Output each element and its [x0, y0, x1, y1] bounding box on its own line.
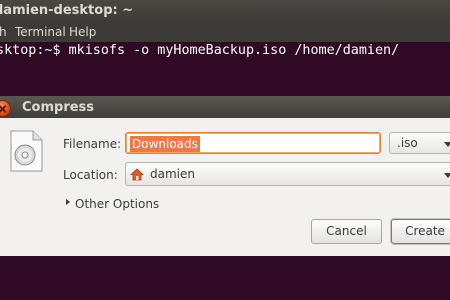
terminal-menubar: h Terminal Help: [0, 22, 450, 42]
home-folder-icon: [130, 168, 144, 181]
terminal-titlebar: damien-desktop: ~: [0, 0, 450, 22]
terminal-title: damien-desktop: ~: [0, 3, 134, 18]
chevron-down-icon: [444, 173, 450, 178]
dialog-title: Compress: [22, 100, 95, 115]
triangle-right-icon[interactable]: [66, 199, 70, 205]
extension-value: .iso: [397, 136, 418, 150]
menu-item-terminal[interactable]: Terminal: [15, 25, 66, 39]
filename-input[interactable]: Downloads: [125, 132, 381, 154]
chevron-down-icon: [444, 142, 450, 147]
create-button[interactable]: Create: [391, 219, 450, 244]
terminal-command-line: esktop:~$ mkisofs -o myHomeBackup.iso /h…: [0, 43, 400, 58]
location-value: damien: [150, 167, 195, 181]
filename-label: Filename:: [63, 137, 122, 151]
dialog-titlebar: Compress: [0, 96, 450, 118]
compress-dialog: Compress Filename: Downloads .iso Locati…: [0, 96, 450, 256]
location-label: Location:: [63, 168, 118, 182]
disc-document-icon: [10, 130, 43, 172]
menu-item-help[interactable]: Help: [69, 25, 96, 39]
menu-item-edit[interactable]: h: [0, 25, 7, 39]
location-dropdown[interactable]: damien: [125, 162, 450, 186]
filename-value: Downloads: [130, 136, 200, 152]
close-icon[interactable]: [0, 100, 11, 117]
extension-dropdown[interactable]: .iso: [389, 132, 450, 154]
cancel-button[interactable]: Cancel: [311, 219, 382, 244]
other-options-expander[interactable]: Other Options: [75, 197, 159, 211]
